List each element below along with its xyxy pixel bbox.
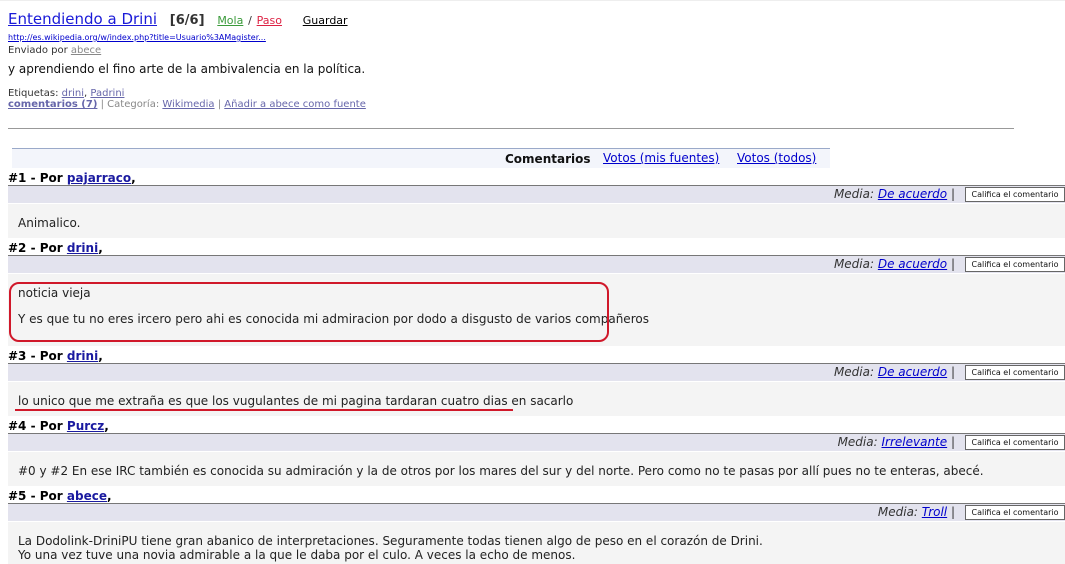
media-value-link[interactable]: Irrelevante (881, 435, 947, 449)
comment-text: La Dodolink-DriniPU tiene gran abanico d… (18, 534, 763, 548)
by-label: Por (39, 241, 63, 255)
category-label: Categoría: (107, 99, 160, 110)
media-value-link[interactable]: Troll (922, 505, 947, 519)
tags-row: Etiquetas: drini, Padrini (8, 88, 125, 99)
comment-author-link[interactable]: abece (67, 489, 107, 503)
category-link[interactable]: Wikimedia (162, 99, 214, 110)
by-label: Por (39, 171, 63, 185)
title-row: Entendiendo a Drini [6/6] Mola / Paso Gu… (8, 8, 1065, 30)
media-label: Media: (877, 505, 918, 519)
media-rating: Media: Troll | (877, 505, 955, 519)
comment-number: #4 - (8, 419, 36, 433)
sent-by-user-link[interactable]: abece (71, 45, 101, 56)
top-border (0, 0, 1065, 7)
comment-header: #5 - Por abece, (8, 489, 112, 503)
tags-label: Etiquetas: (8, 88, 59, 99)
comment-number: #1 - (8, 171, 36, 185)
tab-votos-mis-fuentes[interactable]: Votos (mis fuentes) (603, 151, 719, 165)
tag-link-drini[interactable]: drini (62, 88, 84, 99)
story-url-link[interactable]: http://es.wikipedia.org/w/index.php?titl… (8, 33, 1065, 42)
sent-by-label: Enviado por (8, 45, 68, 56)
comment-rating-bar: Media: Troll | Califica el comentario (8, 503, 1065, 521)
comment-text: Yo una vez tuve una novia admirable a la… (18, 548, 576, 562)
rate-comment-button[interactable]: Califica el comentario (965, 187, 1065, 202)
comment-author-link[interactable]: Purcz (67, 419, 104, 433)
comment-tabs: Comentarios Votos (mis fuentes) Votos (t… (12, 148, 830, 168)
media-value-link[interactable]: De acuerdo (878, 365, 947, 379)
rate-comment-button[interactable]: Califica el comentario (965, 435, 1065, 450)
by-label: Por (39, 349, 63, 363)
comment-author-link[interactable]: drini (67, 241, 98, 255)
by-label: Por (39, 489, 63, 503)
media-label: Media: (837, 435, 878, 449)
comment-header: #1 - Por pajarraco, (8, 171, 136, 185)
story-count: [6/6] (169, 13, 205, 28)
comment-header: #2 - Por drini, (8, 241, 103, 255)
comment-header: #3 - Por drini, (8, 349, 103, 363)
story-title-link[interactable]: Entendiendo a Drini (8, 10, 157, 28)
comment-rating-bar: Media: De acuerdo | Califica el comentar… (8, 363, 1065, 381)
comment-body: #0 y #2 En ese IRC también es conocida s… (8, 452, 1065, 486)
comment-rating-bar: Media: Irrelevante | Califica el comenta… (8, 433, 1065, 451)
sent-by: Enviado por abece (8, 45, 1065, 56)
story-header: Entendiendo a Drini [6/6] Mola / Paso Gu… (8, 8, 1065, 110)
guardar-link[interactable]: Guardar (303, 14, 348, 27)
comment-body: Animalico. (8, 204, 1065, 238)
comment-number: #3 - (8, 349, 36, 363)
tab-votos-todos[interactable]: Votos (todos) (737, 151, 816, 165)
media-rating: Media: Irrelevante | (837, 435, 955, 449)
comment-rating-bar: Media: De acuerdo | Califica el comentar… (8, 185, 1065, 203)
comment-text: #0 y #2 En ese IRC también es conocida s… (18, 464, 984, 478)
tag-link-padrini[interactable]: Padrini (90, 88, 124, 99)
comment-author-link[interactable]: drini (67, 349, 98, 363)
rate-comment-button[interactable]: Califica el comentario (965, 365, 1065, 380)
comment-text: lo unico que me extraña es que los vugul… (18, 394, 574, 408)
comment-number: #5 - (8, 489, 36, 503)
media-rating: Media: De acuerdo | (833, 365, 955, 379)
rate-comment-button[interactable]: Califica el comentario (965, 257, 1065, 272)
media-value-link[interactable]: De acuerdo (878, 187, 947, 201)
story-description: y aprendiendo el fino arte de la ambival… (8, 62, 366, 76)
media-label: Media: (833, 187, 875, 201)
comment-author-link[interactable]: pajarraco (67, 171, 131, 185)
vote-separator: / (248, 14, 252, 27)
media-rating: Media: De acuerdo | (833, 257, 955, 271)
divider (8, 128, 1014, 129)
comment-text: Animalico. (18, 216, 81, 230)
media-rating: Media: De acuerdo | (833, 187, 955, 201)
mola-vote-link[interactable]: Mola (217, 14, 243, 27)
meta-row: comentarios (7) | Categoría: Wikimedia |… (8, 99, 366, 110)
comment-body: La Dodolink-DriniPU tiene gran abanico d… (8, 522, 1065, 564)
media-value-link[interactable]: De acuerdo (878, 257, 947, 271)
comment-number: #2 - (8, 241, 36, 255)
media-label: Media: (833, 257, 875, 271)
comments-count-link[interactable]: comentarios (7) (8, 99, 97, 110)
paso-vote-link[interactable]: Paso (257, 14, 282, 27)
add-source-link[interactable]: Añadir a abece como fuente (224, 99, 366, 110)
media-label: Media: (833, 365, 875, 379)
tab-comentarios[interactable]: Comentarios (505, 152, 591, 166)
rate-comment-button[interactable]: Califica el comentario (965, 505, 1065, 520)
by-label: Por (39, 419, 63, 433)
comment-rating-bar: Media: De acuerdo | Califica el comentar… (8, 255, 1065, 273)
red-highlight-circle (9, 282, 609, 342)
red-underline-mark (15, 409, 513, 411)
comment-header: #4 - Por Purcz, (8, 419, 109, 433)
